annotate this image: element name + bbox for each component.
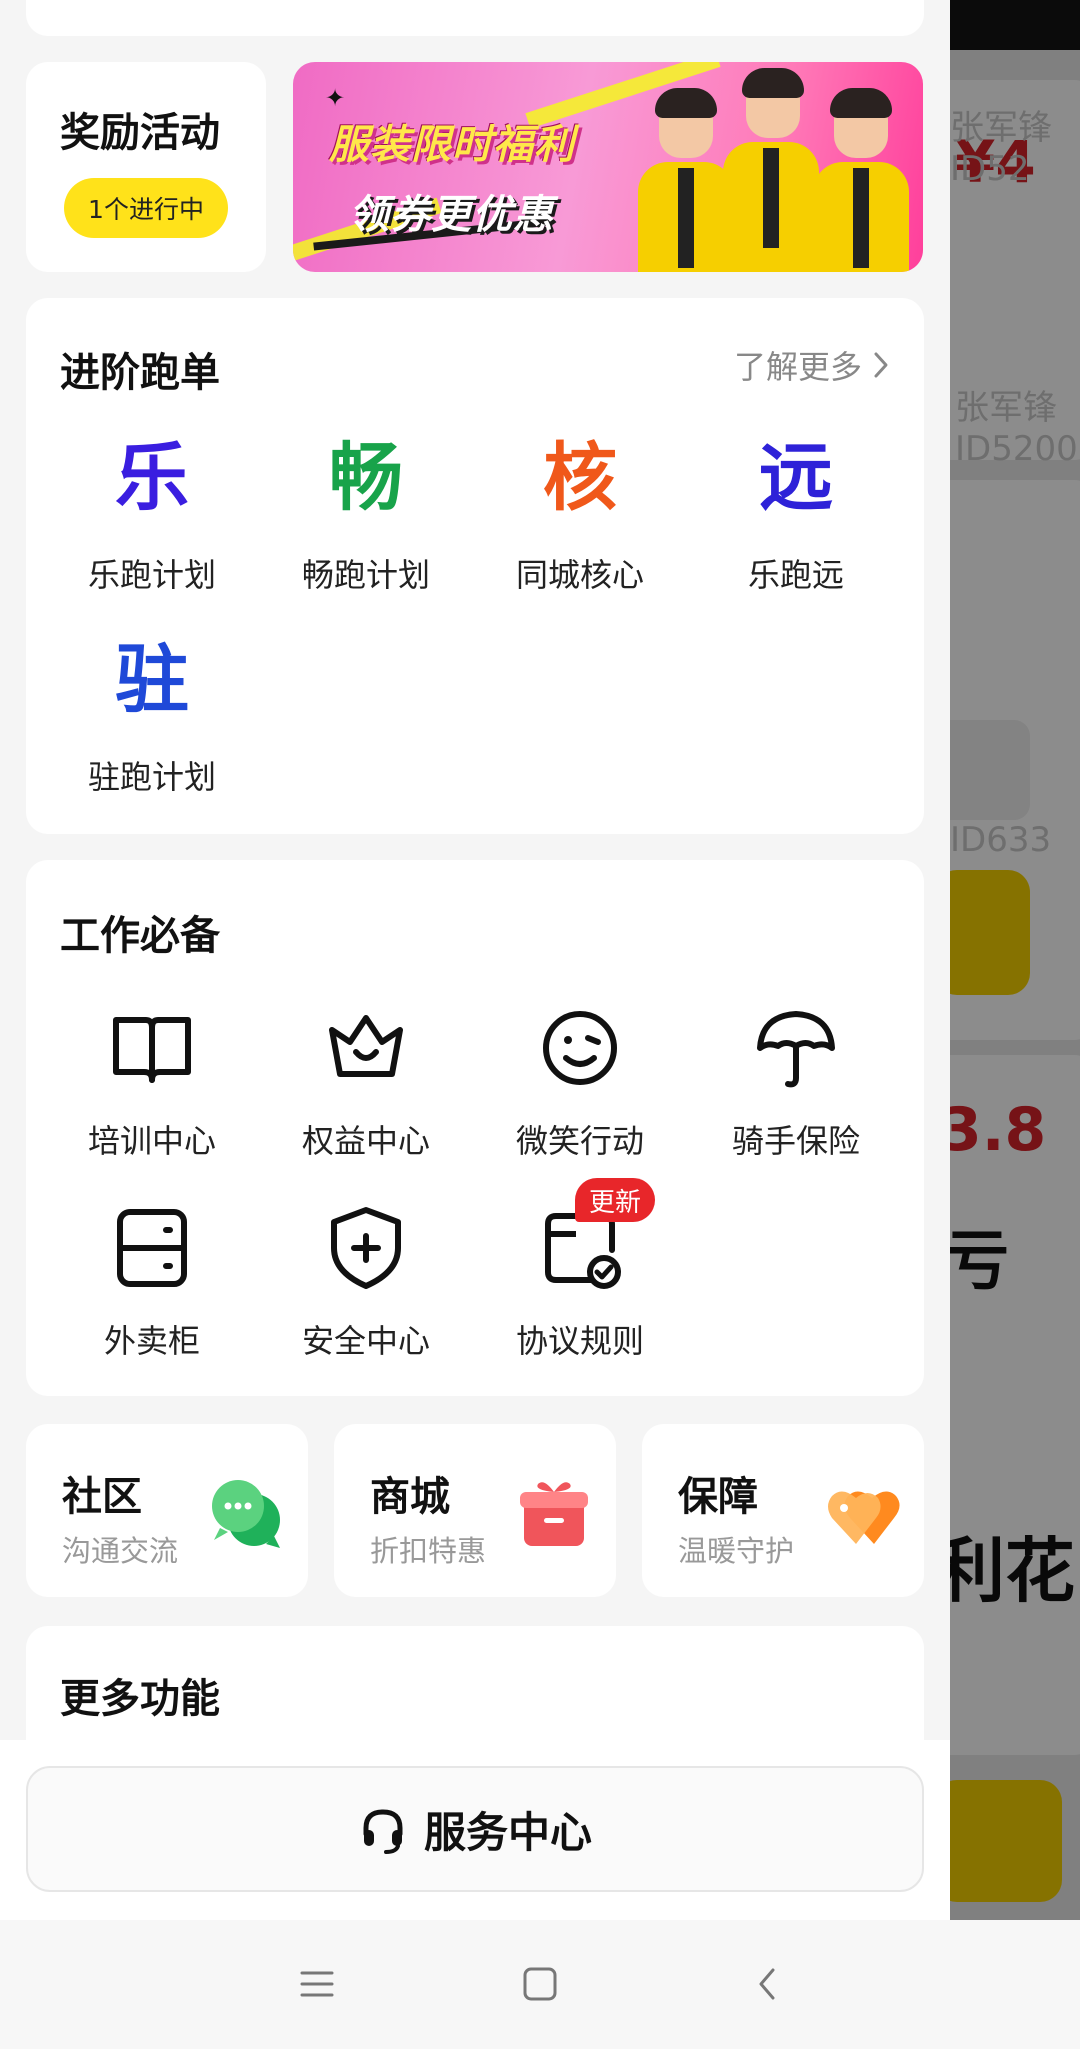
- plan-label: 同城核心: [515, 556, 644, 594]
- shortcut-title: 保障: [678, 1474, 758, 1520]
- learn-more-link[interactable]: 了解更多: [734, 342, 890, 388]
- sparkle-icon: ✦: [325, 84, 346, 112]
- tool-item-insurance[interactable]: 骑手保险: [688, 1000, 904, 1162]
- plan-glyph: 驻: [115, 637, 189, 723]
- tool-item-benefits[interactable]: 权益中心: [258, 1000, 474, 1162]
- plan-glyph: 畅: [329, 435, 403, 521]
- tool-item-training[interactable]: 培训中心: [44, 1000, 260, 1162]
- book-icon: [113, 1017, 191, 1083]
- plan-label: 乐跑远: [747, 556, 844, 594]
- more-functions-title: 更多功能: [60, 1676, 220, 1722]
- system-navigation-bar: [0, 1920, 1080, 2049]
- menu-icon: [300, 1971, 334, 1997]
- plan-glyph: 乐: [115, 435, 189, 521]
- reward-title: 奖励活动: [60, 110, 220, 156]
- plan-glyph: 远: [759, 435, 833, 521]
- tool-label: 骑手保险: [731, 1122, 860, 1160]
- tool-item-agreement[interactable]: 协议规则: [472, 1200, 688, 1362]
- side-drawer: 奖励活动 1个进行中 ✦ 服装限时福利 领券更优惠 进阶跑单 了解更多 乐 乐跑…: [0, 0, 950, 1920]
- shortcut-community[interactable]: 社区 沟通交流: [26, 1424, 308, 1597]
- plan-item-lepaoyuan[interactable]: 远 乐跑远: [688, 430, 904, 596]
- top-card: [26, 0, 924, 36]
- tool-item-safety[interactable]: 安全中心: [258, 1200, 474, 1362]
- menu-nav-button[interactable]: [285, 1952, 349, 2016]
- model-figure: [723, 68, 823, 272]
- reward-card[interactable]: [26, 62, 266, 272]
- learn-more-label: 了解更多: [733, 348, 862, 386]
- shortcut-protection[interactable]: 保障 温暖守护: [642, 1424, 924, 1597]
- heart-icon: [828, 1491, 900, 1544]
- tool-label: 协议规则: [515, 1322, 644, 1360]
- banner-headline: 服装限时福利: [329, 122, 575, 168]
- chevron-right-icon: [874, 352, 888, 378]
- plan-item-tongcheng-core[interactable]: 核 同城核心: [472, 430, 688, 596]
- advanced-orders-title: 进阶跑单: [60, 350, 220, 396]
- model-figure: [638, 88, 734, 272]
- gift-box-icon: [520, 1482, 588, 1546]
- shortcut-subtitle: 折扣特惠: [370, 1534, 487, 1568]
- chat-bubbles-icon: [212, 1480, 280, 1548]
- back-chevron-icon: [759, 1968, 775, 2000]
- locker-icon: [117, 1209, 187, 1287]
- home-square-icon: [523, 1967, 557, 2001]
- shortcut-subtitle: 沟通交流: [62, 1534, 179, 1568]
- shortcut-subtitle: 温暖守护: [678, 1534, 795, 1568]
- shield-icon: [331, 1207, 401, 1289]
- service-center-label: 服务中心: [423, 1807, 592, 1857]
- tool-label: 安全中心: [301, 1322, 430, 1360]
- service-center-button[interactable]: 服务中心: [26, 1766, 924, 1892]
- work-essentials-title: 工作必备: [60, 913, 220, 959]
- plan-item-zhupao[interactable]: 驻 驻跑计划: [44, 632, 260, 798]
- tool-label: 外卖柜: [103, 1322, 200, 1360]
- tool-item-locker[interactable]: 外卖柜: [44, 1200, 260, 1362]
- smile-icon: [543, 1011, 617, 1085]
- shortcut-title: 商城: [370, 1474, 450, 1520]
- tool-label: 权益中心: [301, 1122, 430, 1160]
- reward-status-badge[interactable]: 1个进行中: [64, 178, 228, 238]
- clothing-promo-banner[interactable]: ✦ 服装限时福利 领券更优惠: [293, 62, 923, 272]
- plan-item-lepao[interactable]: 乐 乐跑计划: [44, 430, 260, 596]
- tool-label: 微笑行动: [515, 1122, 644, 1160]
- shortcut-title: 社区: [62, 1474, 142, 1520]
- umbrella-icon: [757, 1011, 835, 1088]
- plan-glyph: 核: [543, 435, 617, 521]
- plan-label: 驻跑计划: [87, 758, 216, 796]
- plan-item-changpao[interactable]: 畅 畅跑计划: [258, 430, 474, 596]
- plan-label: 乐跑计划: [87, 556, 216, 594]
- home-nav-button[interactable]: [508, 1952, 572, 2016]
- crown-icon: [329, 1015, 403, 1077]
- tool-label: 培训中心: [87, 1122, 216, 1160]
- plan-label: 畅跑计划: [301, 556, 430, 594]
- banner-subheadline: 领券更优惠: [349, 192, 554, 238]
- headset-icon: [363, 1809, 403, 1854]
- model-figure: [813, 88, 909, 272]
- shortcut-mall[interactable]: 商城 折扣特惠: [334, 1424, 616, 1597]
- tool-item-smile[interactable]: 微笑行动: [472, 1000, 688, 1162]
- back-nav-button[interactable]: [735, 1952, 799, 2016]
- update-badge: 更新: [575, 1178, 656, 1222]
